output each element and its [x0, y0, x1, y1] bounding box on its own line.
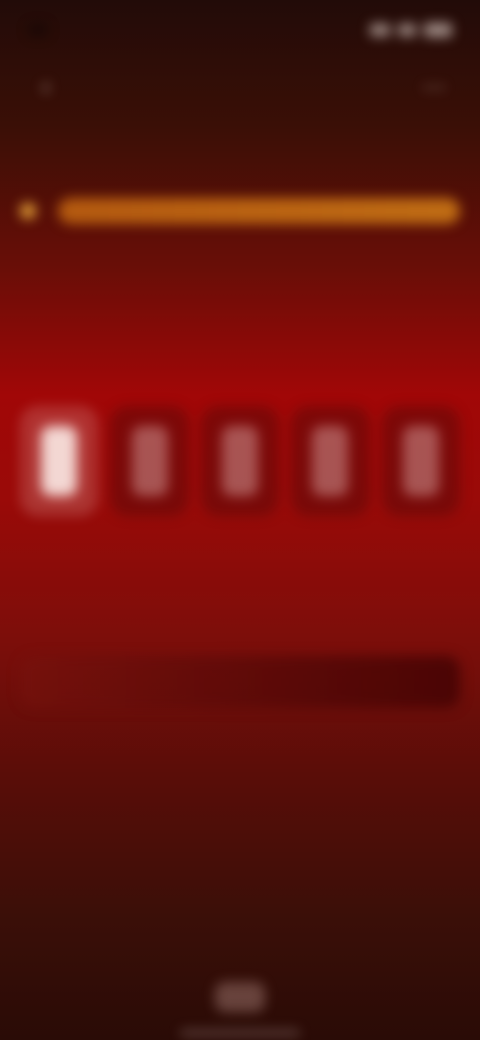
candidate-card[interactable]: [20, 406, 99, 516]
candidate-glyph: [41, 426, 78, 496]
candidate-card[interactable]: [110, 406, 189, 516]
more-icon[interactable]: ⋯: [416, 69, 452, 105]
answer-input[interactable]: [36, 672, 444, 692]
word-block: [20, 274, 460, 284]
candidate-card[interactable]: [200, 406, 280, 516]
meaning-block: [20, 528, 460, 538]
app-screen: ‹ ⋯: [0, 0, 480, 1040]
signal-icon: [370, 24, 390, 36]
answer-input-row[interactable]: [20, 656, 460, 708]
back-icon[interactable]: ‹: [28, 69, 64, 105]
status-icons: [370, 23, 452, 37]
candidate-glyph: [222, 426, 259, 496]
quality-bar[interactable]: [58, 198, 460, 224]
status-time: [28, 24, 48, 36]
candidate-glyph: [402, 426, 439, 496]
quality-badge[interactable]: [20, 203, 46, 219]
quality-row: [20, 186, 460, 236]
bottom-button[interactable]: [215, 982, 265, 1012]
wifi-icon: [398, 24, 416, 36]
candidate-card[interactable]: [381, 406, 461, 516]
candidate-list: [20, 406, 461, 516]
battery-icon: [424, 23, 452, 37]
candidate-glyph: [131, 426, 168, 496]
home-indicator: [180, 1030, 300, 1036]
candidate-glyph: [312, 426, 349, 496]
status-bar: [0, 0, 480, 60]
badge-dot-icon: [20, 203, 36, 219]
top-header: ‹ ⋯: [0, 58, 480, 116]
candidate-card[interactable]: [291, 406, 370, 516]
